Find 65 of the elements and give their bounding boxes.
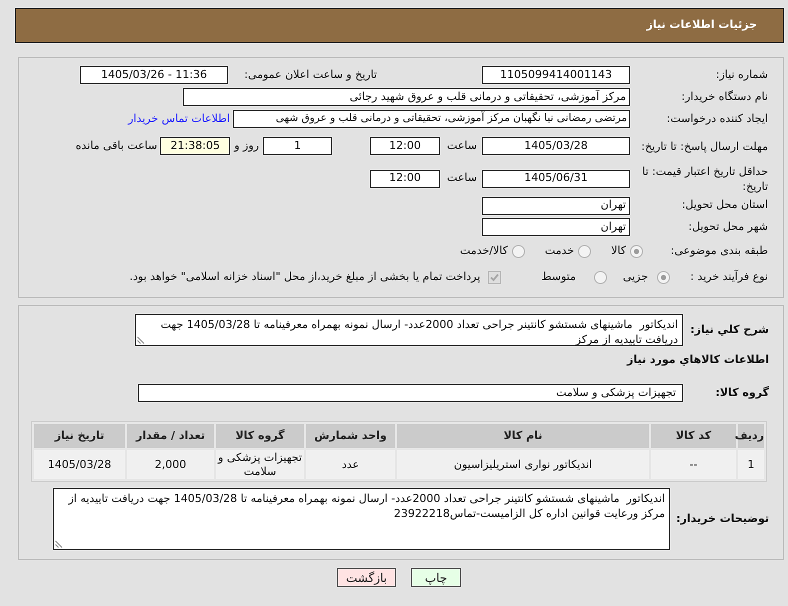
field-label: حداقل تاریخ اعتبار قیمت: تا تاریخ: [642,164,768,192]
days-label: روز و [234,138,259,154]
column-header: گروه کالا [216,424,304,448]
column-header: تاریخ نیاز [34,424,125,448]
checkbox-label: پرداخت تمام یا بخشی از مبلغ خرید،از محل "اسناد خزانه اسلامی" خواهد بود. [130,268,480,285]
field-label: طبقه بندی موضوعی: [670,244,768,258]
print-button[interactable]: چاپ [411,568,461,587]
announcement-date-field[interactable]: 1405/03/26 - 11:36 [80,66,228,84]
field-label: نوع فرآیند خرید : [690,270,768,283]
option-label: جزیی [622,268,648,285]
delivery-province-field[interactable]: تهران [482,196,630,214]
option-label: متوسط [541,268,576,285]
remaining-time-label: ساعت باقی مانده [76,138,158,154]
field-label: تاریخ و ساعت اعلان عمومی: [244,68,377,81]
resize-handle-icon[interactable] [55,540,63,548]
resize-handle-icon[interactable] [137,336,145,344]
buyer-contact-link[interactable]: اطلاعات تماس خریدار [128,110,230,128]
description-field[interactable]: اندیکاتور ماشینهای شستشو کانتینر جراحی تعداد 2000عدد- ارسال نمونه بهمراه معرفینامه تا 1405/03/28 جهت دریافت تاییدیه از مرکز [135,314,683,346]
radio-button[interactable] [630,245,643,258]
buyer-organization-field[interactable]: مرکز آموزشی، تحقیقاتی و درمانی قلب و عروق شهید رجائی [183,88,630,106]
field-label: گروه کالا: [715,386,769,399]
field-label: شماره نیاز: [716,68,768,81]
goods-group-field[interactable]: تجهیزات پزشکی و سلامت [138,384,683,402]
delivery-city-field[interactable]: تهران [482,218,630,236]
requester-field[interactable]: مرتضی رمضانی نیا نگهبان مرکز آموزشی، تحقیقاتی و درمانی قلب و عروق شهی [233,110,630,128]
field-label: توضیحات خریدار: [676,512,769,525]
remaining-time-field[interactable]: 21:38:05 [160,137,230,155]
time-label: ساعت [446,170,478,186]
table-cell: -- [651,450,736,479]
radio-button[interactable] [578,245,592,258]
price-validity-date-field[interactable]: 1405/06/31 [482,170,630,188]
radio-button[interactable] [657,270,670,284]
column-header: نام کالا [397,424,649,448]
table-cell: 2,000 [127,450,214,479]
column-header: تعداد / مقدار [127,424,214,448]
table-cell: اندیکاتور نواری استریلیزاسیون [397,450,649,479]
radio-button[interactable] [594,270,607,284]
option-label: خدمت [544,243,574,260]
page-title: جزئیات اطلاعات نیاز [646,17,757,34]
remaining-days-field[interactable]: 1 [263,137,332,155]
radio-button[interactable] [512,245,525,258]
field-label: استان محل تحویل: [682,198,768,212]
table-cell: 1 [738,450,764,479]
column-header: کد کالا [651,424,736,448]
field-label: شهر محل تحویل: [688,220,768,233]
need-number-field[interactable]: 1105099414001143 [482,66,630,84]
table-cell: تجهیزات پزشکی و سلامت [216,450,304,479]
field-label: نام دستگاه خریدار: [681,90,768,103]
price-validity-time-field[interactable]: 12:00 [370,170,440,188]
field-label: مهلت ارسال پاسخ: تا تاریخ: [641,140,768,152]
option-label: کالا/خدمت [460,243,508,260]
buyer-notes-field[interactable]: اندیکاتور ماشینهای شستشو کانتینر جراحی تعداد 2000عدد- ارسال نمونه بهمراه معرفینامه تا 1405/03/28 جهت دریافت تاییدیه از مرکز ورعایت قوانین اداره کل الزامیست-تماس23922218 [53,488,670,550]
table-cell: 1405/03/28 [34,450,125,479]
time-label: ساعت [446,138,478,154]
option-label: کالا [611,243,626,260]
column-header: ردیف [738,424,764,448]
field-label: ایجاد کننده درخواست: [666,112,768,125]
checkbox[interactable] [488,270,502,284]
table-cell: عدد [306,450,395,479]
column-header: واحد شمارش [306,424,395,448]
field-label: شرح کلي نیاز: [690,322,769,336]
deadline-date-field[interactable]: 1405/03/28 [482,137,630,155]
back-button[interactable]: بازگشت [337,568,396,587]
section-title: اطلاعات کالاهاي مورد نیاز [627,352,769,366]
deadline-time-field[interactable]: 12:00 [370,137,440,155]
